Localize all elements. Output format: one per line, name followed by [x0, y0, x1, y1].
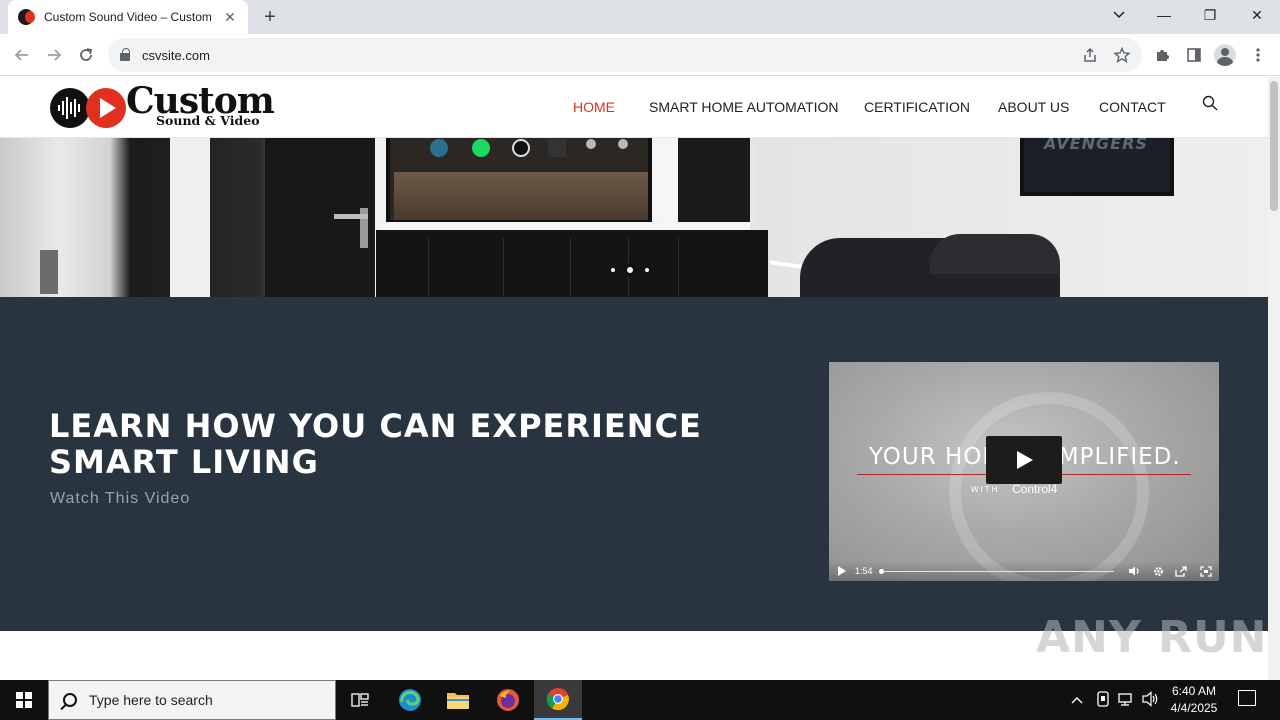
- poster-text: AVENGERS: [1044, 138, 1148, 153]
- hero-photo-recliner-back: [930, 234, 1060, 274]
- music-app-icon: [512, 139, 530, 157]
- cabinet-seam: [428, 238, 429, 297]
- slider-dot-active[interactable]: [623, 263, 637, 277]
- search-icon: [63, 693, 77, 707]
- clock-date: 4/4/2025: [1170, 701, 1218, 715]
- video-player[interactable]: YOUR HOME, SIMPLIFIED. WITH Control4 1:5…: [829, 362, 1219, 581]
- video-controls: 1:54: [829, 561, 1219, 581]
- tv-app-icon: [430, 139, 448, 157]
- address-bar[interactable]: csvsite.com: [108, 38, 1142, 72]
- site-logo[interactable]: Custom Sound & Video: [50, 80, 276, 131]
- cabinet-seam: [678, 238, 679, 297]
- close-window-button[interactable]: ✕: [1234, 0, 1280, 30]
- nav-smart-home-automation[interactable]: SMART HOME AUTOMATION: [649, 99, 839, 115]
- network-icon[interactable]: [1118, 691, 1136, 710]
- tab-search-icon[interactable]: [1096, 0, 1142, 30]
- hero-photo-cabinet-tower: [678, 138, 750, 230]
- logo-subtitle: Sound & Video: [156, 113, 260, 128]
- profile-avatar-icon[interactable]: [1214, 44, 1236, 66]
- tray-chevron-icon[interactable]: [1071, 692, 1083, 707]
- back-arrow-icon[interactable]: [10, 43, 34, 67]
- bookmark-star-icon[interactable]: [1110, 43, 1134, 67]
- cabinet-seam: [570, 238, 571, 297]
- minimize-button[interactable]: —: [1141, 0, 1187, 30]
- lock-icon: [120, 48, 130, 61]
- slider-dots: [609, 263, 651, 277]
- progress-scrubber[interactable]: [879, 569, 884, 574]
- search-icon[interactable]: [1202, 95, 1218, 111]
- windows-taskbar: Type here to search 6:40 AM 4/4/2025: [0, 680, 1280, 720]
- light-bulb-icon: [618, 139, 628, 149]
- tab-title: Custom Sound Video – Custom: [44, 10, 212, 24]
- chrome-icon[interactable]: [534, 680, 582, 720]
- edge-browser-icon[interactable]: [386, 680, 434, 720]
- side-panel-icon[interactable]: [1182, 43, 1206, 67]
- menu-kebab-icon[interactable]: [1246, 43, 1270, 67]
- hero-photo-poster: AVENGERS: [1020, 138, 1174, 196]
- start-button[interactable]: [0, 680, 48, 720]
- share-icon[interactable]: [1078, 43, 1102, 67]
- page-scrollbar[interactable]: [1268, 77, 1280, 680]
- hero-photo-doorframe: [170, 138, 210, 297]
- video-section: LEARN HOW YOU CAN EXPERIENCE SMART LIVIN…: [0, 297, 1268, 631]
- sound-wave-logo-icon: [50, 88, 90, 128]
- hero-photo-door-handle: [334, 214, 368, 219]
- nav-about-us[interactable]: ABOUT US: [998, 99, 1069, 115]
- play-icon[interactable]: [837, 564, 847, 578]
- hero-slider: AVENGERS: [0, 138, 1268, 297]
- device-icon[interactable]: [1096, 691, 1110, 710]
- restore-button[interactable]: ❐: [1187, 0, 1233, 30]
- browser-toolbar: csvsite.com: [0, 34, 1280, 76]
- hero-photo-tv-screen: [394, 172, 648, 220]
- anyrun-watermark: ANY RUN: [1036, 612, 1268, 663]
- scrollbar-thumb[interactable]: [1270, 81, 1278, 211]
- url-text: csvsite.com: [142, 47, 210, 63]
- taskbar-search-placeholder: Type here to search: [89, 692, 213, 708]
- hero-photo-tv: [386, 138, 652, 224]
- video-duration: 1:54: [855, 566, 873, 576]
- nav-home[interactable]: HOME: [573, 99, 615, 115]
- slider-dot[interactable]: [643, 266, 651, 274]
- browser-tab[interactable]: Custom Sound Video – Custom ✕: [8, 0, 248, 34]
- task-view-icon[interactable]: [336, 680, 384, 720]
- hero-photo-media-cabinet: [376, 230, 768, 297]
- progress-bar[interactable]: [881, 571, 1114, 572]
- file-explorer-icon[interactable]: [434, 680, 482, 720]
- firefox-icon[interactable]: [484, 680, 532, 720]
- slider-dot[interactable]: [609, 266, 617, 274]
- video-with-text: WITH: [971, 485, 1000, 494]
- extensions-icon[interactable]: [1150, 43, 1174, 67]
- cabinet-seam: [503, 238, 504, 297]
- windows-logo-icon: [16, 692, 32, 708]
- big-play-button[interactable]: [986, 436, 1062, 484]
- nav-contact[interactable]: CONTACT: [1099, 99, 1166, 115]
- share-video-icon[interactable]: [1174, 564, 1188, 578]
- new-tab-button[interactable]: +: [258, 6, 282, 28]
- site-header: Custom Sound & Video HOME SMART HOME AUT…: [0, 77, 1268, 138]
- volume-tray-icon[interactable]: [1142, 691, 1160, 710]
- deezer-app-icon: [548, 139, 566, 157]
- hero-photo-wall-panel: [40, 250, 58, 294]
- site-favicon-icon: [18, 9, 35, 25]
- light-bulb-icon: [586, 139, 596, 149]
- section-subheading: Watch This Video: [50, 490, 191, 507]
- clock-time: 6:40 AM: [1171, 684, 1217, 698]
- notification-center-icon[interactable]: [1238, 690, 1256, 706]
- forward-arrow-icon[interactable]: [42, 43, 66, 67]
- nav-certification[interactable]: CERTIFICATION: [864, 99, 970, 115]
- settings-gear-icon[interactable]: [1151, 564, 1165, 578]
- reload-icon[interactable]: [74, 43, 98, 67]
- browser-tab-strip: Custom Sound Video – Custom ✕ + — ❐ ✕: [0, 0, 1280, 34]
- spotify-app-icon: [472, 139, 490, 157]
- tab-close-icon[interactable]: ✕: [222, 9, 238, 26]
- play-logo-icon: [86, 88, 126, 128]
- volume-icon[interactable]: [1127, 564, 1141, 578]
- taskbar-search-box[interactable]: Type here to search: [48, 680, 336, 720]
- video-brand-text: Control4: [1012, 482, 1058, 496]
- taskbar-clock[interactable]: 6:40 AM 4/4/2025: [1166, 683, 1222, 717]
- fullscreen-icon[interactable]: [1199, 564, 1213, 578]
- section-heading: LEARN HOW YOU CAN EXPERIENCE SMART LIVIN…: [49, 407, 702, 481]
